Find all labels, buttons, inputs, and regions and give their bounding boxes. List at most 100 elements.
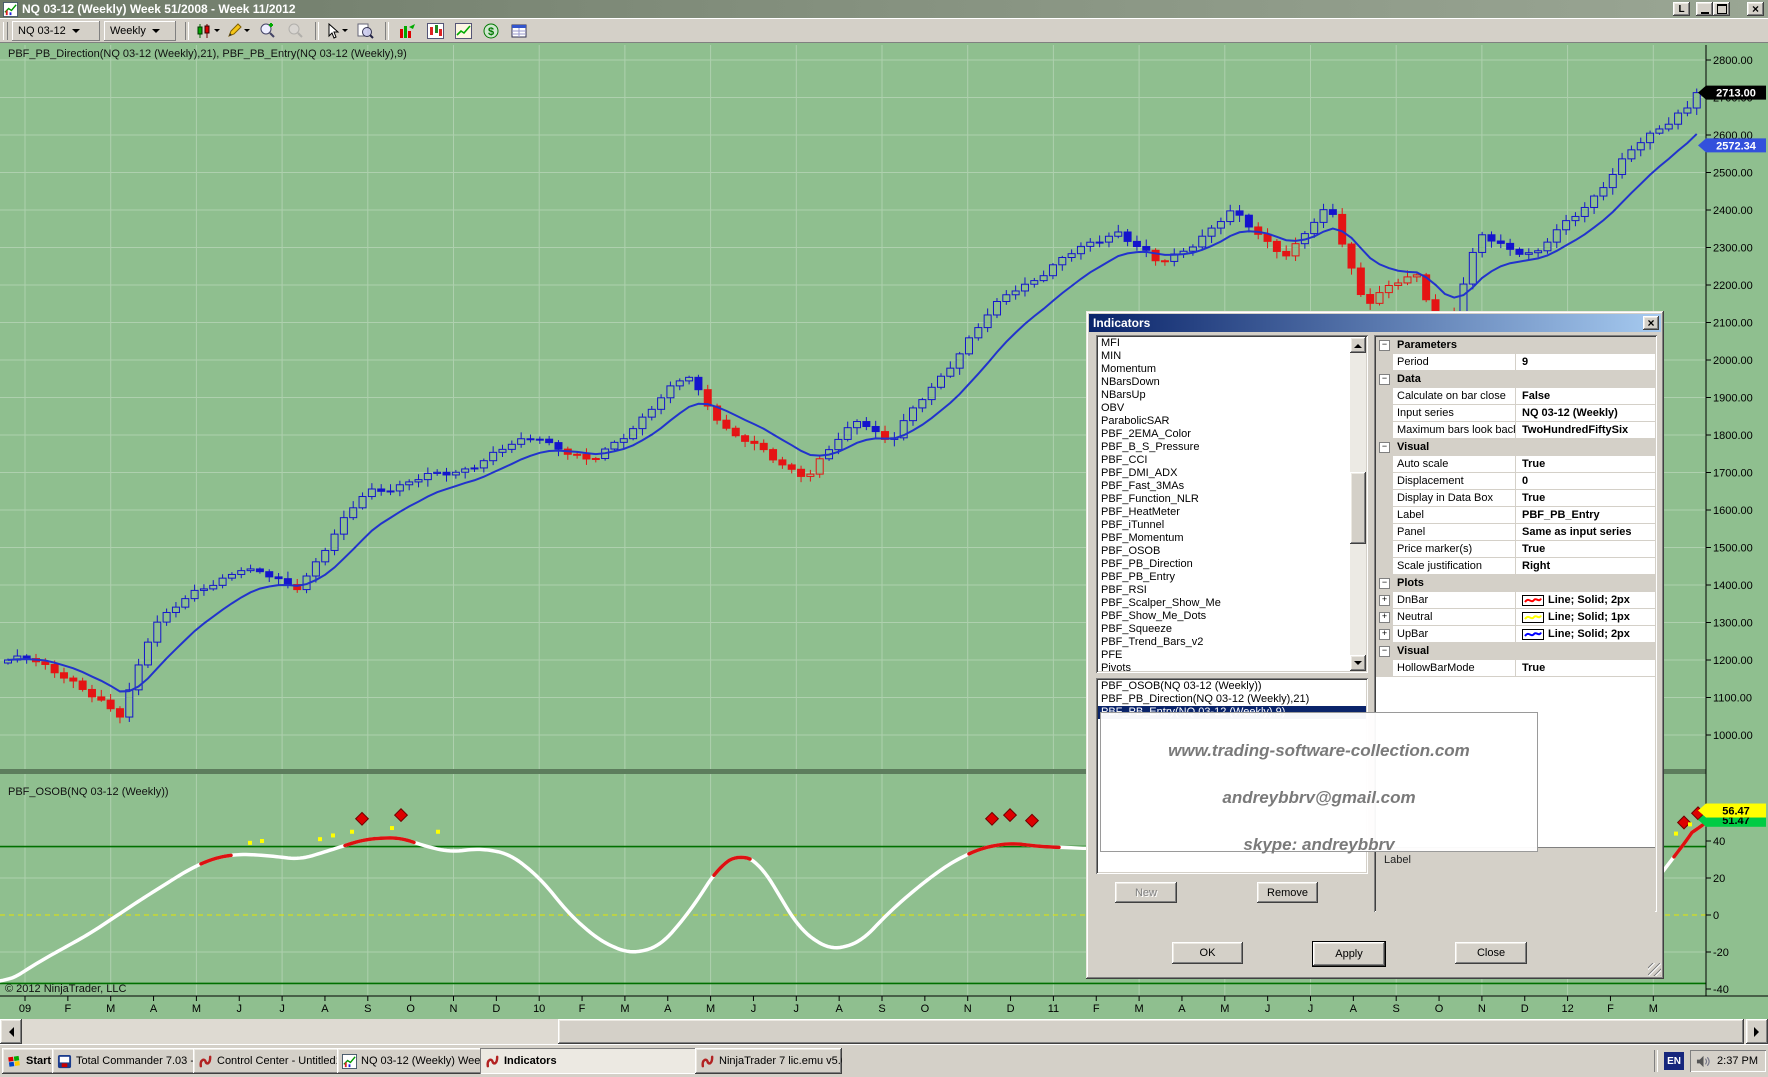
scroll-up-button[interactable] bbox=[1350, 337, 1366, 353]
property-row[interactable]: Auto scaleTrue bbox=[1376, 456, 1655, 473]
indicator-list-item[interactable]: PBF_OSOB bbox=[1098, 545, 1350, 558]
account-button[interactable]: $ bbox=[478, 21, 504, 41]
property-row[interactable]: Input seriesNQ 03-12 (Weekly) bbox=[1376, 405, 1655, 422]
indicator-list-item[interactable]: NBarsUp bbox=[1098, 389, 1350, 402]
close-button[interactable]: × bbox=[1747, 2, 1764, 16]
taskbar-button[interactable]: NinjaTrader 7 lic.emu v5.06 bbox=[695, 1048, 842, 1074]
indicator-list-item[interactable]: PBF_DMI_ADX bbox=[1098, 467, 1350, 480]
toolbar-grip[interactable] bbox=[3, 22, 8, 40]
dialog-titlebar[interactable]: Indicators × bbox=[1089, 314, 1661, 332]
minimize-button[interactable] bbox=[1696, 2, 1713, 16]
property-value[interactable]: 9 bbox=[1516, 354, 1655, 370]
property-value[interactable]: Right bbox=[1516, 558, 1655, 574]
configured-indicator-item[interactable]: PBF_PB_Direction(NQ 03-12 (Weekly),21) bbox=[1098, 693, 1366, 706]
resize-grip[interactable] bbox=[1648, 963, 1661, 976]
property-value[interactable]: Line; Solid; 2px bbox=[1516, 592, 1655, 608]
indicator-list-item[interactable]: PBF_PB_Direction bbox=[1098, 558, 1350, 571]
cursor-button[interactable] bbox=[324, 21, 350, 41]
property-value[interactable]: Line; Solid; 1px bbox=[1516, 609, 1655, 625]
property-row[interactable]: HollowBarModeTrue bbox=[1376, 660, 1655, 677]
scrollbar-thumb[interactable] bbox=[1350, 472, 1366, 544]
property-value[interactable]: True bbox=[1516, 490, 1655, 506]
expand-icon[interactable]: − bbox=[1376, 337, 1393, 353]
property-value[interactable]: True bbox=[1516, 456, 1655, 472]
instrument-combo[interactable]: NQ 03-12 bbox=[12, 21, 100, 41]
property-row[interactable]: Display in Data BoxTrue bbox=[1376, 490, 1655, 507]
configured-indicator-item[interactable]: PBF_OSOB(NQ 03-12 (Weekly)) bbox=[1098, 680, 1366, 693]
property-value[interactable]: True bbox=[1516, 660, 1655, 676]
apply-button[interactable]: Apply bbox=[1312, 941, 1386, 967]
property-section-row[interactable]: −Plots bbox=[1376, 575, 1655, 592]
indicator-list-item[interactable]: PBF_Fast_3MAs bbox=[1098, 480, 1350, 493]
property-section-row[interactable]: −Visual bbox=[1376, 439, 1655, 456]
scroll-right-button[interactable] bbox=[1746, 1019, 1768, 1044]
taskbar-button[interactable]: Control Center - Untitled1 bbox=[193, 1048, 342, 1074]
dialog-close-button[interactable]: × bbox=[1643, 316, 1659, 330]
indicator-list-item[interactable]: PBF_Function_NLR bbox=[1098, 493, 1350, 506]
indicator-list-item[interactable]: PBF_2EMA_Color bbox=[1098, 428, 1350, 441]
remove-button[interactable]: Remove bbox=[1257, 882, 1318, 903]
data-grid-button[interactable] bbox=[506, 21, 532, 41]
property-row[interactable]: +UpBarLine; Solid; 2px bbox=[1376, 626, 1655, 643]
property-value[interactable]: Line; Solid; 2px bbox=[1516, 626, 1655, 642]
expand-icon[interactable]: + bbox=[1376, 626, 1393, 642]
close-dialog-button[interactable]: Close bbox=[1455, 942, 1527, 964]
zoom-out-button[interactable] bbox=[282, 21, 308, 41]
indicator-list-item[interactable]: PBF_Squeeze bbox=[1098, 623, 1350, 636]
scroll-left-button[interactable] bbox=[0, 1019, 22, 1044]
property-row[interactable]: Calculate on bar closeFalse bbox=[1376, 388, 1655, 405]
expand-icon[interactable]: + bbox=[1376, 592, 1393, 608]
taskbar-button[interactable]: Total Commander 7.03 - ... bbox=[52, 1048, 198, 1074]
indicator-list-item[interactable]: NBarsDown bbox=[1098, 376, 1350, 389]
indicator-list-item[interactable]: PBF_Scalper_Show_Me bbox=[1098, 597, 1350, 610]
zoom-in-button[interactable] bbox=[254, 21, 280, 41]
property-value[interactable]: TwoHundredFiftySix bbox=[1516, 422, 1655, 438]
new-button[interactable]: New bbox=[1115, 882, 1177, 903]
indicator-list-item[interactable]: ParabolicSAR bbox=[1098, 415, 1350, 428]
indicator-list-scrollbar[interactable] bbox=[1350, 337, 1366, 671]
property-row[interactable]: +DnBarLine; Solid; 2px bbox=[1376, 592, 1655, 609]
indicator-list-item[interactable]: MIN bbox=[1098, 350, 1350, 363]
property-row[interactable]: Scale justificationRight bbox=[1376, 558, 1655, 575]
property-row[interactable]: LabelPBF_PB_Entry bbox=[1376, 507, 1655, 524]
property-row[interactable]: Maximum bars look backTwoHundredFiftySix bbox=[1376, 422, 1655, 439]
expand-icon[interactable]: − bbox=[1376, 371, 1393, 387]
taskbar-button[interactable]: Indicators bbox=[480, 1048, 700, 1074]
property-row[interactable]: Price marker(s)True bbox=[1376, 541, 1655, 558]
volume-icon[interactable] bbox=[1696, 1054, 1711, 1069]
property-value[interactable]: NQ 03-12 (Weekly) bbox=[1516, 405, 1655, 421]
indicator-list-item[interactable]: PBF_B_S_Pressure bbox=[1098, 441, 1350, 454]
indicator-list-item[interactable]: Momentum bbox=[1098, 363, 1350, 376]
property-value[interactable]: PBF_PB_Entry bbox=[1516, 507, 1655, 523]
indicator-list-item[interactable]: PBF_CCI bbox=[1098, 454, 1350, 467]
property-section-row[interactable]: −Visual bbox=[1376, 643, 1655, 660]
property-value[interactable]: Same as input series bbox=[1516, 524, 1655, 540]
expand-icon[interactable]: − bbox=[1376, 439, 1393, 455]
property-row[interactable]: +NeutralLine; Solid; 1px bbox=[1376, 609, 1655, 626]
property-row[interactable]: Period9 bbox=[1376, 354, 1655, 371]
lock-button[interactable]: L bbox=[1673, 2, 1690, 16]
expand-icon[interactable]: − bbox=[1376, 575, 1393, 591]
indicator-list-item[interactable]: PBF_Trend_Bars_v2 bbox=[1098, 636, 1350, 649]
property-section-row[interactable]: −Data bbox=[1376, 371, 1655, 388]
chart-style-button[interactable] bbox=[194, 21, 222, 41]
indicator-list-item[interactable]: PBF_PB_Entry bbox=[1098, 571, 1350, 584]
ok-button[interactable]: OK bbox=[1172, 942, 1243, 964]
market-analyzer-button[interactable] bbox=[394, 21, 420, 41]
chart-hscrollbar[interactable] bbox=[0, 1019, 1768, 1044]
property-section-row[interactable]: −Parameters bbox=[1376, 337, 1655, 354]
expand-icon[interactable]: − bbox=[1376, 643, 1393, 659]
drawing-tools-button[interactable] bbox=[224, 21, 252, 41]
property-value[interactable]: False bbox=[1516, 388, 1655, 404]
clock[interactable]: 2:37 PM bbox=[1717, 1055, 1758, 1067]
indicator-list[interactable]: MFIMINMomentumNBarsDownNBarsUpOBVParabol… bbox=[1096, 335, 1368, 673]
indicator-list-item[interactable]: PFE bbox=[1098, 649, 1350, 662]
expand-icon[interactable]: + bbox=[1376, 609, 1393, 625]
indicator-list-item[interactable]: PBF_HeatMeter bbox=[1098, 506, 1350, 519]
scroll-down-button[interactable] bbox=[1350, 655, 1366, 671]
property-row[interactable]: Displacement0 bbox=[1376, 473, 1655, 490]
period-combo[interactable]: Weekly bbox=[104, 21, 176, 41]
property-value[interactable]: True bbox=[1516, 541, 1655, 557]
indicator-list-item[interactable]: PBF_Show_Me_Dots bbox=[1098, 610, 1350, 623]
indicator-list-item[interactable]: Pivots bbox=[1098, 662, 1350, 673]
